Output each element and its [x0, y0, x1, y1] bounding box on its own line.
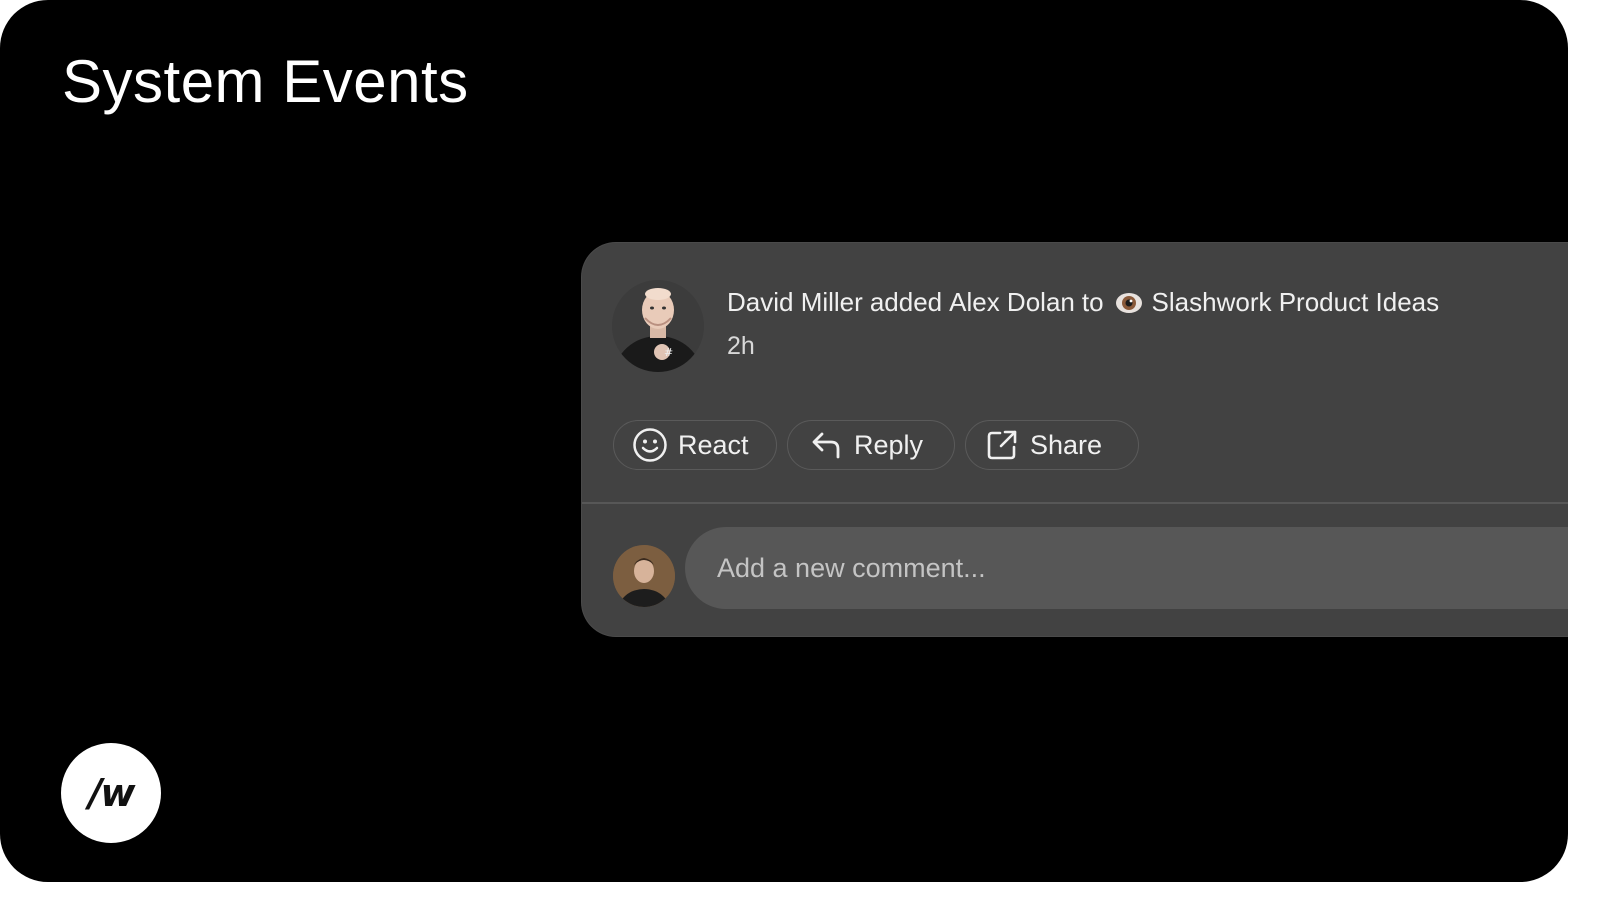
slide: System Events # David Miller added Alex … — [0, 0, 1568, 882]
actor-name[interactable]: David Miller — [727, 287, 863, 318]
event-preposition: to — [1081, 287, 1104, 317]
divider — [582, 502, 1568, 504]
event-description: David Miller added Alex Dolan to Slashwo… — [727, 287, 1439, 318]
action-bar: React Reply Share — [613, 420, 1139, 470]
reply-arrow-icon — [808, 427, 844, 463]
react-button[interactable]: React — [613, 420, 777, 470]
page-title: System Events — [62, 48, 469, 115]
external-link-icon — [984, 427, 1020, 463]
event-card: # David Miller added Alex Dolan to Slash… — [582, 243, 1568, 636]
brand-logo-text: /w — [88, 771, 136, 815]
share-label: Share — [1030, 429, 1103, 460]
comment-input[interactable] — [685, 527, 1568, 609]
event-timestamp: 2h — [727, 332, 755, 360]
smiley-icon — [632, 427, 668, 463]
event-action: added — [869, 287, 943, 317]
current-user-avatar — [613, 545, 675, 607]
channel-link[interactable]: Slashwork Product Ideas — [1152, 287, 1440, 318]
reply-label: Reply — [854, 429, 924, 460]
share-button[interactable]: Share — [965, 420, 1139, 470]
avatar[interactable]: # — [612, 280, 704, 372]
target-name[interactable]: Alex Dolan — [949, 287, 1075, 318]
eye-icon — [1115, 292, 1142, 313]
brand-logo: /w — [61, 743, 161, 843]
react-label: React — [678, 429, 749, 460]
reply-button[interactable]: Reply — [787, 420, 955, 470]
svg-text:#: # — [664, 346, 673, 359]
